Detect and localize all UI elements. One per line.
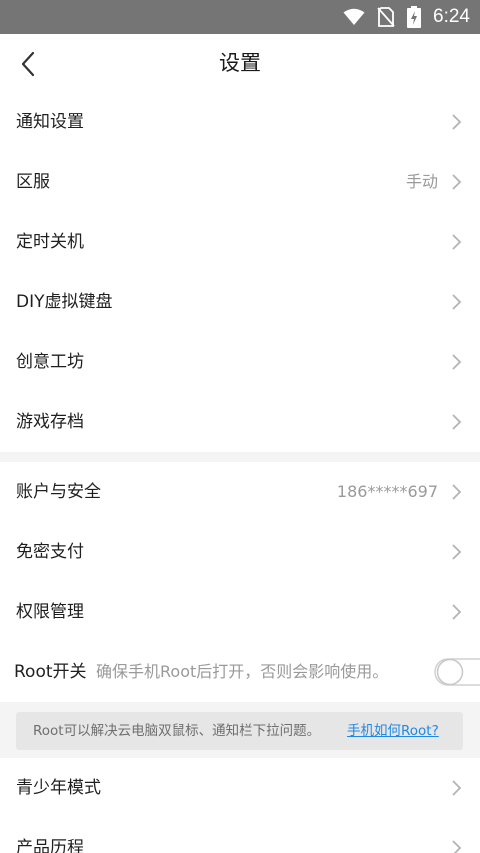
settings-row-label: 创意工坊: [16, 352, 84, 372]
settings-row-value: 186*****697: [336, 482, 438, 501]
settings-row-label: DIY虚拟键盘: [16, 292, 113, 312]
status-icons: 6:24: [343, 0, 470, 34]
settings-row-label: 产品历程: [16, 838, 84, 853]
settings-row-label: 通知设置: [16, 112, 84, 132]
chevron-right-icon: [452, 234, 462, 250]
settings-row-teen-mode[interactable]: 青少年模式: [0, 758, 480, 818]
settings-row-label: 青少年模式: [16, 778, 101, 798]
status-bar: 6:24: [0, 0, 480, 34]
battery-charging-icon: [407, 6, 422, 28]
root-notice-text: Root可以解决云电脑双鼠标、通知栏下拉问题。: [33, 723, 321, 739]
chevron-right-icon: [452, 114, 462, 130]
section-divider: [0, 452, 480, 462]
chevron-right-icon: [452, 484, 462, 500]
settings-row-label: 游戏存档: [16, 412, 84, 432]
settings-row-scheduled-shutdown[interactable]: 定时关机: [0, 212, 480, 272]
chevron-right-icon: [452, 354, 462, 370]
chevron-right-icon: [452, 174, 462, 190]
settings-row-label: 权限管理: [16, 602, 84, 622]
settings-row-password-free-payment[interactable]: 免密支付: [0, 522, 480, 582]
chevron-right-icon: [452, 604, 462, 620]
chevron-right-icon: [452, 414, 462, 430]
no-sim-icon: [377, 7, 395, 27]
settings-row-label: 账户与安全: [16, 482, 101, 502]
settings-row-label: 区服: [16, 172, 50, 192]
settings-row-notifications[interactable]: 通知设置: [0, 92, 480, 152]
settings-row-account-security[interactable]: 账户与安全 186*****697: [0, 462, 480, 522]
root-switch-label: Root开关: [14, 662, 87, 682]
root-switch-hint: 确保手机Root后打开，否则会影响使用。: [96, 662, 389, 681]
settings-row-workshop[interactable]: 创意工坊: [0, 332, 480, 392]
root-notice: Root可以解决云电脑双鼠标、通知栏下拉问题。 手机如何Root?: [16, 712, 463, 750]
chevron-right-icon: [452, 840, 462, 853]
root-toggle-switch[interactable]: [434, 657, 480, 687]
settings-row-diy-keyboard[interactable]: DIY虚拟键盘: [0, 272, 480, 332]
settings-row-value: 手动: [405, 172, 438, 191]
settings-row-label: 免密支付: [16, 542, 84, 562]
settings-row-server-region[interactable]: 区服 手动: [0, 152, 480, 212]
settings-row-game-saves[interactable]: 游戏存档: [0, 392, 480, 452]
settings-row-permissions[interactable]: 权限管理: [0, 582, 480, 642]
wifi-icon: [343, 8, 365, 25]
settings-row-product-history[interactable]: 产品历程: [0, 818, 480, 853]
chevron-right-icon: [452, 780, 462, 796]
navigation-bar: 设置: [0, 34, 480, 92]
settings-row-root-switch: Root开关 确保手机Root后打开，否则会影响使用。: [0, 642, 480, 702]
status-time: 6:24: [433, 6, 470, 27]
how-to-root-link[interactable]: 手机如何Root?: [347, 712, 439, 750]
chevron-right-icon: [452, 294, 462, 310]
settings-row-label: 定时关机: [16, 232, 84, 252]
page-title: 设置: [219, 51, 261, 75]
chevron-right-icon: [452, 544, 462, 560]
